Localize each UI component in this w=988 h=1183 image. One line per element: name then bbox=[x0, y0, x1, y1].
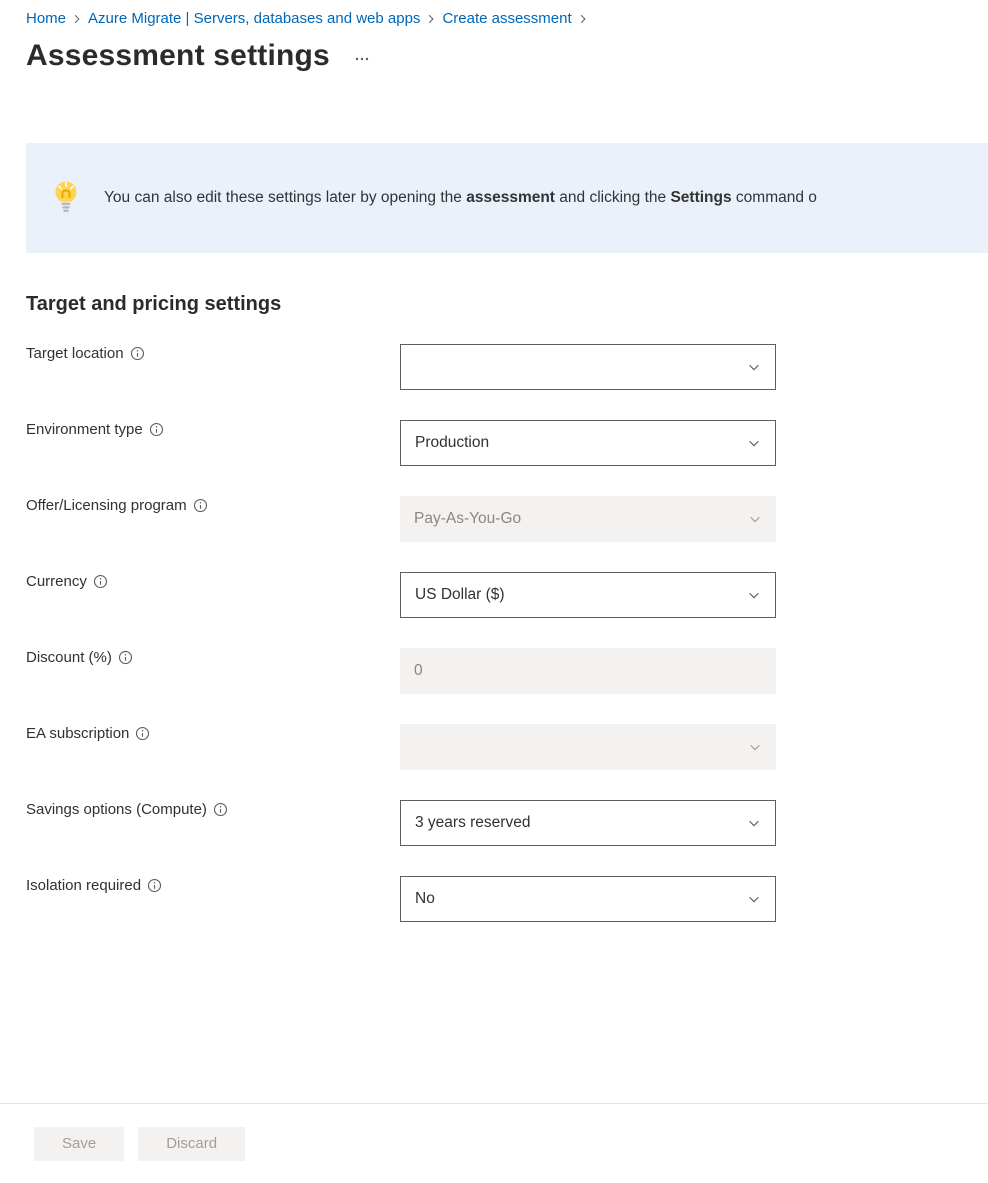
select-value: Production bbox=[415, 434, 489, 452]
label-text: Environment type bbox=[26, 421, 143, 438]
label-text: Offer/Licensing program bbox=[26, 497, 187, 514]
field-currency: Currency US Dollar ($) bbox=[26, 572, 962, 618]
target-pricing-section: Target and pricing settings Target locat… bbox=[26, 293, 962, 922]
info-text-part: command o bbox=[732, 189, 817, 206]
chevron-down-icon bbox=[747, 436, 761, 450]
input-placeholder: 0 bbox=[414, 662, 423, 680]
label-text: Discount (%) bbox=[26, 649, 112, 666]
info-icon[interactable] bbox=[147, 878, 162, 893]
field-target-location: Target location bbox=[26, 344, 962, 390]
label-text: Currency bbox=[26, 573, 87, 590]
field-discount: Discount (%) 0 bbox=[26, 648, 962, 694]
page-header: Assessment settings bbox=[0, 33, 988, 103]
breadcrumb: Home Azure Migrate | Servers, databases … bbox=[0, 0, 988, 33]
label-currency: Currency bbox=[26, 572, 400, 590]
info-text-bold: assessment bbox=[466, 189, 555, 206]
select-environment-type[interactable]: Production bbox=[400, 420, 776, 466]
field-isolation-required: Isolation required No bbox=[26, 876, 962, 922]
info-banner: You can also edit these settings later b… bbox=[26, 143, 988, 253]
chevron-down-icon bbox=[747, 816, 761, 830]
info-icon[interactable] bbox=[213, 802, 228, 817]
select-target-location[interactable] bbox=[400, 344, 776, 390]
select-value: US Dollar ($) bbox=[415, 586, 505, 604]
info-icon[interactable] bbox=[93, 574, 108, 589]
breadcrumb-azure-migrate[interactable]: Azure Migrate | Servers, databases and w… bbox=[88, 10, 420, 27]
chevron-down-icon bbox=[747, 588, 761, 602]
section-title: Target and pricing settings bbox=[26, 293, 962, 316]
breadcrumb-home[interactable]: Home bbox=[26, 10, 66, 27]
select-isolation-required[interactable]: No bbox=[400, 876, 776, 922]
lightbulb-icon bbox=[52, 178, 80, 218]
save-button[interactable]: Save bbox=[34, 1127, 124, 1161]
field-offer-licensing: Offer/Licensing program Pay-As-You-Go bbox=[26, 496, 962, 542]
chevron-right-icon bbox=[72, 14, 82, 24]
select-value: No bbox=[415, 890, 435, 908]
select-value: Pay-As-You-Go bbox=[414, 510, 521, 528]
label-environment-type: Environment type bbox=[26, 420, 400, 438]
discard-button[interactable]: Discard bbox=[138, 1127, 245, 1161]
label-text: Target location bbox=[26, 345, 124, 362]
info-text-part: You can also edit these settings later b… bbox=[104, 189, 466, 206]
breadcrumb-create-assessment[interactable]: Create assessment bbox=[442, 10, 571, 27]
info-icon[interactable] bbox=[149, 422, 164, 437]
select-ea-subscription bbox=[400, 724, 776, 770]
info-banner-text: You can also edit these settings later b… bbox=[104, 189, 817, 207]
label-savings-options: Savings options (Compute) bbox=[26, 800, 400, 818]
info-icon[interactable] bbox=[135, 726, 150, 741]
page-title: Assessment settings bbox=[26, 39, 330, 73]
label-discount: Discount (%) bbox=[26, 648, 400, 666]
field-ea-subscription: EA subscription bbox=[26, 724, 962, 770]
footer-bar: Save Discard bbox=[0, 1103, 988, 1183]
label-text: EA subscription bbox=[26, 725, 129, 742]
select-currency[interactable]: US Dollar ($) bbox=[400, 572, 776, 618]
label-ea-subscription: EA subscription bbox=[26, 724, 400, 742]
chevron-down-icon bbox=[747, 892, 761, 906]
chevron-down-icon bbox=[747, 360, 761, 374]
chevron-down-icon bbox=[748, 740, 762, 754]
select-offer-licensing: Pay-As-You-Go bbox=[400, 496, 776, 542]
chevron-down-icon bbox=[748, 512, 762, 526]
select-value: 3 years reserved bbox=[415, 814, 530, 832]
label-isolation-required: Isolation required bbox=[26, 876, 400, 894]
info-text-part: and clicking the bbox=[555, 189, 670, 206]
more-menu-button[interactable] bbox=[354, 45, 370, 67]
label-target-location: Target location bbox=[26, 344, 400, 362]
label-text: Isolation required bbox=[26, 877, 141, 894]
info-icon[interactable] bbox=[193, 498, 208, 513]
chevron-right-icon bbox=[578, 14, 588, 24]
label-offer-licensing: Offer/Licensing program bbox=[26, 496, 400, 514]
info-icon[interactable] bbox=[130, 346, 145, 361]
field-savings-options: Savings options (Compute) 3 years reserv… bbox=[26, 800, 962, 846]
chevron-right-icon bbox=[426, 14, 436, 24]
info-icon[interactable] bbox=[118, 650, 133, 665]
field-environment-type: Environment type Production bbox=[26, 420, 962, 466]
info-text-bold: Settings bbox=[670, 189, 731, 206]
label-text: Savings options (Compute) bbox=[26, 801, 207, 818]
select-savings-options[interactable]: 3 years reserved bbox=[400, 800, 776, 846]
input-discount: 0 bbox=[400, 648, 776, 694]
